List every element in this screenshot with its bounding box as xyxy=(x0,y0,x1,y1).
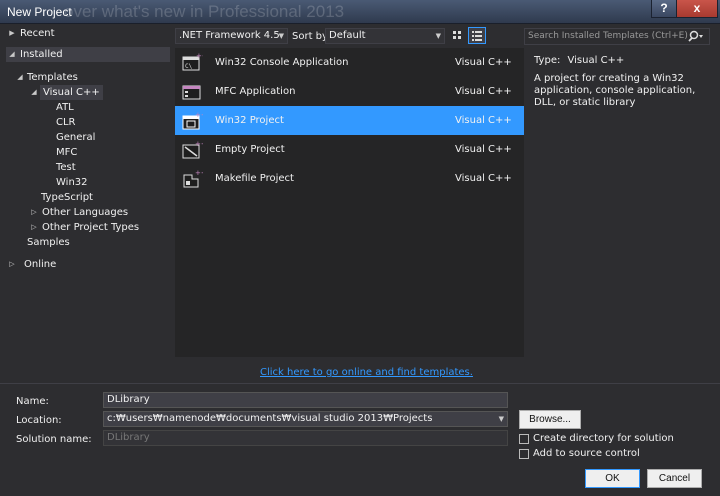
template-row-empty-project[interactable]: ++ Empty Project Visual C++ xyxy=(175,135,524,164)
search-box[interactable]: Search Installed Templates (Ctrl+E) xyxy=(524,28,710,45)
browse-button[interactable]: Browse... xyxy=(519,410,581,429)
list-view-icon xyxy=(472,31,482,41)
ok-button[interactable]: OK xyxy=(585,469,640,488)
nav-online[interactable]: ▷ Online xyxy=(6,257,170,272)
nav-other-project-types-label: Other Project Types xyxy=(42,222,140,233)
nav-recent[interactable]: ▶ Recent xyxy=(6,26,170,41)
solution-name-field[interactable]: DLibrary xyxy=(103,430,508,446)
nav-item-clr[interactable]: CLR xyxy=(56,115,76,130)
template-row-win32-project[interactable]: ++ Win32 Project Visual C++ xyxy=(175,106,524,135)
collapse-arrow-icon: ◢ xyxy=(17,73,23,81)
svg-text:++: ++ xyxy=(195,140,203,148)
title-bar-background-text: over what's new in Professional 2013 xyxy=(64,2,345,21)
search-input[interactable]: Search Installed Templates (Ctrl+E) xyxy=(528,31,688,41)
nav-visual-cpp-label: Visual C++ xyxy=(40,85,103,100)
framework-select-value: .NET Framework 4.5 xyxy=(179,30,280,41)
nav-item-test[interactable]: Test xyxy=(56,160,76,175)
nav-online-label: Online xyxy=(24,259,57,270)
add-source-control-label: Add to source control xyxy=(533,448,640,459)
template-language: Visual C++ xyxy=(455,86,512,97)
type-label: Type: xyxy=(534,55,561,66)
nav-installed[interactable]: ◢ Installed xyxy=(6,47,170,62)
nav-other-languages-label: Other Languages xyxy=(42,207,129,218)
online-templates-link[interactable]: Click here to go online and find templat… xyxy=(260,367,473,378)
create-directory-checkbox[interactable] xyxy=(519,434,529,444)
svg-text:++: ++ xyxy=(196,53,203,60)
chevron-down-icon[interactable]: ▼ xyxy=(499,412,504,426)
sort-select[interactable]: Default ▼ xyxy=(325,28,445,44)
template-name: Makefile Project xyxy=(215,173,294,184)
close-button[interactable]: x xyxy=(676,0,718,18)
solution-name-label: Solution name: xyxy=(16,434,92,445)
template-tree: ▶ Recent ◢ Installed ◢ Templates ◢ Visua… xyxy=(6,26,170,376)
nav-other-project-types[interactable]: ▷ Other Project Types xyxy=(6,220,170,235)
template-row-mfc[interactable]: MFC Application Visual C++ xyxy=(175,77,524,106)
expand-arrow-icon: ▷ xyxy=(9,260,15,268)
nav-visual-cpp[interactable]: ◢ Visual C++ xyxy=(6,85,170,100)
template-language: Visual C++ xyxy=(455,173,512,184)
template-description: A project for creating a Win32 applicati… xyxy=(534,73,696,108)
nav-installed-label: Installed xyxy=(20,49,63,60)
expand-arrow-icon: ▷ xyxy=(31,208,37,216)
template-name: MFC Application xyxy=(215,86,296,97)
title-bar: over what's new in Professional 2013 New… xyxy=(0,0,720,24)
location-field[interactable]: c:₩users₩namenode₩documents₩visual studi… xyxy=(103,411,508,427)
svg-text:C\: C\ xyxy=(185,63,193,70)
makefile-project-icon: ++ xyxy=(183,169,203,188)
search-icon[interactable] xyxy=(687,29,707,44)
collapse-arrow-icon: ◢ xyxy=(31,88,37,96)
nav-item-general[interactable]: General xyxy=(56,130,95,145)
expand-arrow-icon: ▷ xyxy=(31,223,37,231)
expand-arrow-icon: ▶ xyxy=(9,29,15,37)
framework-select[interactable]: .NET Framework 4.5 ▼ xyxy=(175,28,288,44)
sort-select-value: Default xyxy=(329,30,366,41)
nav-typescript[interactable]: TypeScript xyxy=(41,190,93,205)
template-language: Visual C++ xyxy=(455,57,512,68)
mfc-app-icon xyxy=(182,85,201,100)
small-icons-view-button[interactable] xyxy=(449,27,467,44)
nav-samples[interactable]: Samples xyxy=(27,235,70,250)
nav-templates-label: Templates xyxy=(27,72,78,83)
location-value: c:₩users₩namenode₩documents₩visual studi… xyxy=(107,413,433,424)
type-value: Visual C++ xyxy=(567,55,625,66)
cancel-button[interactable]: Cancel xyxy=(647,469,702,488)
name-label: Name: xyxy=(16,396,49,407)
template-list: C\ ++ Win32 Console Application Visual C… xyxy=(175,48,524,357)
console-app-icon: C\ ++ xyxy=(182,53,203,71)
list-view-button[interactable] xyxy=(468,27,486,44)
nav-recent-label: Recent xyxy=(20,28,55,39)
template-language: Visual C++ xyxy=(455,115,512,126)
collapse-arrow-icon: ◢ xyxy=(9,50,15,58)
nav-item-atl[interactable]: ATL xyxy=(56,100,74,115)
svg-text:++: ++ xyxy=(195,169,203,177)
win32-project-icon: ++ xyxy=(182,111,203,130)
grid-view-icon xyxy=(453,31,461,39)
nav-item-mfc[interactable]: MFC xyxy=(56,145,77,160)
help-button[interactable]: ? xyxy=(651,0,677,18)
chevron-down-icon: ▼ xyxy=(278,32,284,40)
template-name: Win32 Project xyxy=(215,115,284,126)
template-name: Win32 Console Application xyxy=(215,57,349,68)
create-directory-label: Create directory for solution xyxy=(533,433,674,444)
nav-item-win32[interactable]: Win32 xyxy=(56,175,88,190)
project-settings-form: Name: DLibrary Location: c:₩users₩nameno… xyxy=(0,383,720,496)
location-label: Location: xyxy=(16,415,62,426)
template-row-makefile-project[interactable]: ++ Makefile Project Visual C++ xyxy=(175,164,524,193)
svg-text:++: ++ xyxy=(195,111,203,119)
name-field[interactable]: DLibrary xyxy=(103,392,508,408)
add-source-control-checkbox[interactable] xyxy=(519,449,529,459)
nav-templates[interactable]: ◢ Templates xyxy=(6,70,170,85)
window-title: New Project xyxy=(7,5,72,19)
template-language: Visual C++ xyxy=(455,144,512,155)
nav-other-languages[interactable]: ▷ Other Languages xyxy=(6,205,170,220)
empty-project-icon: ++ xyxy=(182,140,203,159)
template-row-win32-console[interactable]: C\ ++ Win32 Console Application Visual C… xyxy=(175,48,524,77)
chevron-down-icon: ▼ xyxy=(435,32,441,40)
template-description-panel: Type: Visual C++ A project for creating … xyxy=(534,55,704,109)
template-name: Empty Project xyxy=(215,144,285,155)
